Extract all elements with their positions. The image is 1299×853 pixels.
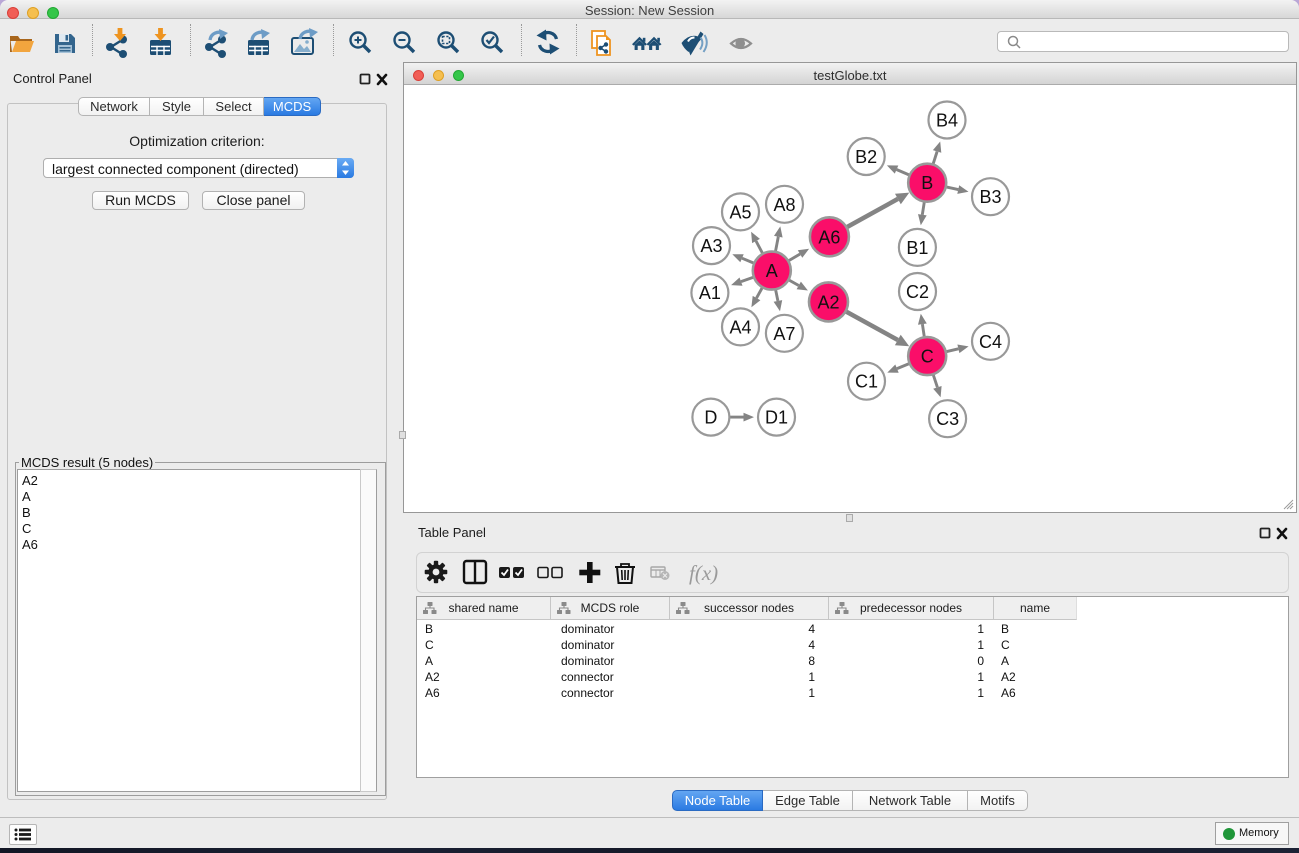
svg-text:A8: A8 bbox=[773, 195, 795, 215]
svg-text:A6: A6 bbox=[818, 227, 840, 247]
svg-text:B4: B4 bbox=[936, 111, 958, 131]
svg-text:C3: C3 bbox=[936, 409, 959, 429]
svg-text:A2: A2 bbox=[817, 292, 839, 312]
svg-text:B3: B3 bbox=[979, 187, 1001, 207]
svg-text:A5: A5 bbox=[729, 202, 751, 222]
svg-text:f(x): f(x) bbox=[689, 561, 718, 585]
svg-text:A7: A7 bbox=[773, 324, 795, 344]
svg-text:B1: B1 bbox=[906, 238, 928, 258]
svg-text:A4: A4 bbox=[729, 317, 751, 337]
svg-text:C: C bbox=[921, 347, 934, 367]
svg-text:C2: C2 bbox=[906, 282, 929, 302]
svg-text:D: D bbox=[704, 408, 717, 428]
svg-text:A: A bbox=[766, 261, 778, 281]
svg-text:B2: B2 bbox=[855, 147, 877, 167]
svg-text:A1: A1 bbox=[699, 283, 721, 303]
svg-text:B: B bbox=[921, 173, 933, 193]
svg-text:C1: C1 bbox=[855, 372, 878, 392]
svg-text:C4: C4 bbox=[979, 332, 1002, 352]
svg-text:D1: D1 bbox=[765, 408, 788, 428]
svg-text:A3: A3 bbox=[700, 236, 722, 256]
